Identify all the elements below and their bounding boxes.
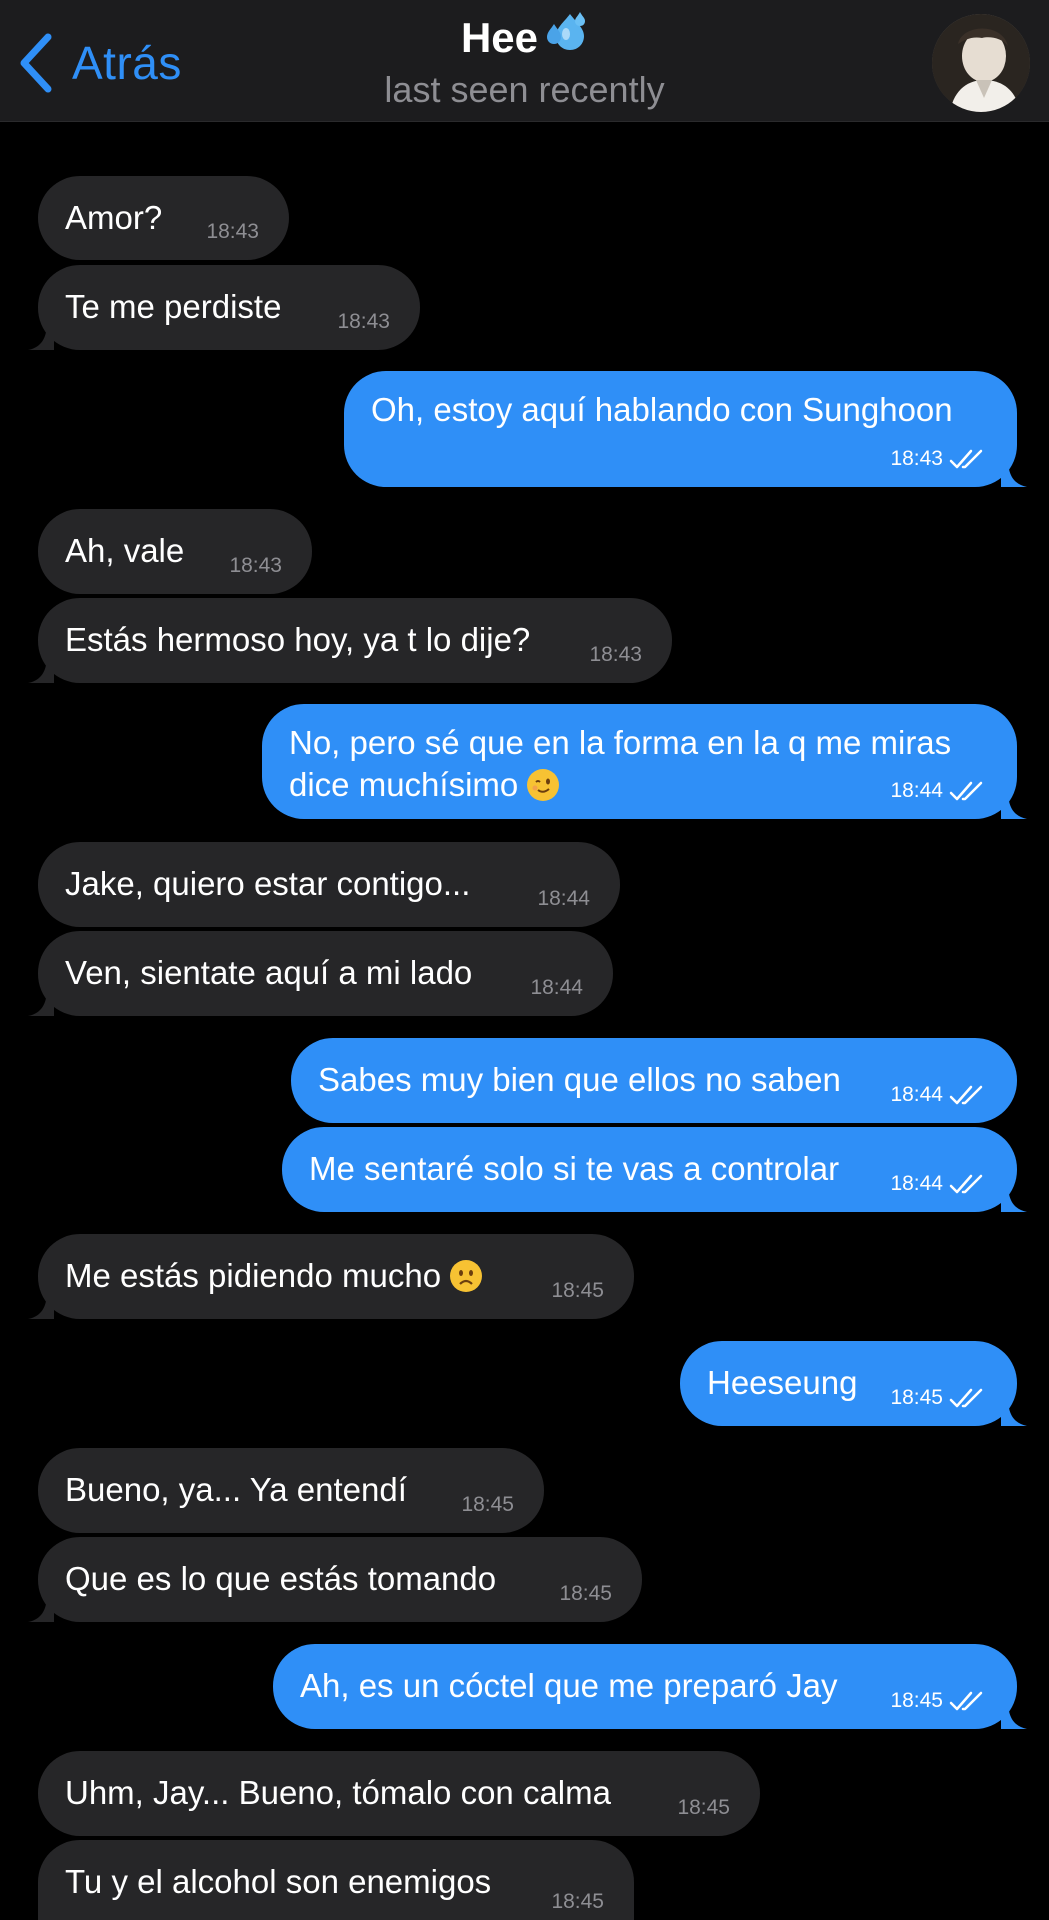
message-text: Te me perdiste: [65, 288, 282, 325]
bubble-tail: [1001, 1408, 1027, 1426]
double-check-icon: [949, 1085, 983, 1105]
back-label: Atrás: [72, 37, 182, 89]
message-time: 18:43: [229, 554, 282, 577]
message-incoming[interactable]: Estás hermoso hoy, ya t lo dije? 18:43: [28, 598, 672, 683]
message-meta: 18:45: [461, 1493, 514, 1517]
message-incoming[interactable]: Me estás pidiendo mucho 18:45: [28, 1234, 634, 1319]
contact-name-text: Hee: [460, 14, 539, 61]
message-text: Ven, sientate aquí a mi lado: [65, 954, 473, 991]
message-time: 18:44: [890, 779, 943, 802]
message-text: Uhm, Jay... Bueno, tómalo con calma: [65, 1774, 611, 1811]
message-time: 18:45: [551, 1279, 604, 1302]
message-outgoing[interactable]: Me sentaré solo si te vas a controlar 18…: [282, 1127, 1027, 1212]
frowning-face-icon: [450, 1260, 483, 1292]
message-text: Bueno, ya... Ya entendí: [65, 1471, 407, 1508]
double-check-icon: [949, 1388, 983, 1408]
message-outgoing[interactable]: Ah, es un cóctel que me preparó Jay 18:4…: [273, 1644, 1027, 1729]
message-incoming[interactable]: Tu y el alcohol son enemigos 18:45: [38, 1840, 634, 1920]
message-incoming[interactable]: Ah, vale 18:43: [38, 509, 312, 594]
message-text: Oh, estoy aquí hablando con Sunghoon: [371, 391, 953, 428]
message-meta: 18:43: [589, 643, 642, 667]
avatar[interactable]: [932, 14, 1030, 112]
message-time: 18:44: [890, 1083, 943, 1106]
double-check-icon: [949, 781, 983, 801]
back-button[interactable]: Atrás: [18, 30, 182, 96]
message-meta: 18:43: [206, 220, 259, 244]
message-meta: 18:45: [677, 1796, 730, 1820]
message-text-line-2: dice muchísimo: [289, 764, 560, 806]
bubble-tail: [1001, 1194, 1027, 1212]
message-text: Sabes muy bien que ellos no saben: [318, 1061, 841, 1098]
message-meta: 18:44: [890, 1083, 989, 1107]
message-meta: 18:43: [890, 447, 989, 471]
message-text: Estás hermoso hoy, ya t lo dije?: [65, 621, 531, 658]
message-meta: 18:44: [890, 1172, 989, 1196]
message-incoming[interactable]: Bueno, ya... Ya entendí 18:45: [38, 1448, 544, 1533]
message-time: 18:43: [890, 447, 943, 470]
message-time: 18:43: [589, 643, 642, 666]
message-meta: 18:44: [530, 976, 583, 1000]
message-meta: 18:43: [229, 554, 282, 578]
message-text: Me sentaré solo si te vas a controlar: [309, 1150, 840, 1187]
message-time: 18:44: [890, 1172, 943, 1195]
message-incoming[interactable]: Te me perdiste 18:43: [28, 265, 420, 350]
message-time: 18:45: [890, 1689, 943, 1712]
message-meta: 18:45: [551, 1279, 604, 1303]
message-time: 18:43: [337, 310, 390, 333]
message-meta: 18:45: [890, 1689, 989, 1713]
message-text: Tu y el alcohol son enemigos: [65, 1863, 492, 1900]
message-time: 18:45: [677, 1796, 730, 1819]
message-text: Que es lo que estás tomando: [65, 1560, 497, 1597]
chat-header: Atrás Hee last seen recently: [0, 0, 1049, 122]
message-time: 18:45: [461, 1493, 514, 1516]
bubble-tail: [1001, 1711, 1027, 1729]
bubble-tail: [28, 1301, 54, 1319]
message-text: Jake, quiero estar contigo...: [65, 865, 471, 902]
message-text: No, pero sé que en la forma en la q me m…: [289, 724, 952, 761]
message-incoming[interactable]: Ven, sientate aquí a mi lado 18:44: [28, 931, 613, 1016]
message-time: 18:45: [551, 1890, 604, 1913]
message-meta: 18:45: [551, 1890, 604, 1914]
message-time: 18:45: [890, 1386, 943, 1409]
message-text: Ah, es un cóctel que me preparó Jay: [300, 1667, 838, 1704]
double-check-icon: [949, 1174, 983, 1194]
bubble-tail: [1001, 469, 1027, 487]
message-incoming[interactable]: Que es lo que estás tomando 18:45: [28, 1537, 642, 1622]
double-check-icon: [949, 1691, 983, 1711]
message-outgoing[interactable]: No, pero sé que en la forma en la q me m…: [262, 704, 1027, 819]
message-meta: 18:43: [337, 310, 390, 334]
message-text: Amor?: [65, 199, 163, 236]
message-outgoing[interactable]: Oh, estoy aquí hablando con Sunghoon 18:…: [344, 371, 1027, 487]
message-meta: 18:44: [537, 887, 590, 911]
chevron-left-icon: [18, 33, 54, 93]
bubble-tail: [28, 665, 54, 683]
message-incoming[interactable]: Amor? 18:43: [38, 176, 289, 260]
droplets-icon: [542, 10, 588, 66]
last-seen-status: last seen recently: [384, 69, 665, 110]
message-text: Heeseung: [707, 1364, 858, 1401]
message-meta: 18:45: [890, 1386, 989, 1410]
double-check-icon: [949, 449, 983, 469]
message-outgoing[interactable]: Sabes muy bien que ellos no saben 18:44: [291, 1038, 1017, 1123]
message-time: 18:45: [559, 1582, 612, 1605]
bubble-tail: [28, 332, 54, 350]
message-time: 18:44: [537, 887, 590, 910]
message-incoming[interactable]: Jake, quiero estar contigo... 18:44: [38, 842, 620, 927]
bubble-tail: [1001, 801, 1027, 819]
message-text: Ah, vale: [65, 532, 185, 569]
message-text-content: Me estás pidiendo mucho: [65, 1257, 442, 1294]
message-time: 18:43: [206, 220, 259, 243]
message-incoming[interactable]: Uhm, Jay... Bueno, tómalo con calma 18:4…: [38, 1751, 760, 1836]
message-time: 18:44: [530, 976, 583, 999]
message-outgoing[interactable]: Heeseung 18:45: [680, 1341, 1027, 1426]
message-meta: 18:45: [559, 1582, 612, 1606]
message-text: Me estás pidiendo mucho: [65, 1255, 483, 1297]
message-text-line-2-text: dice muchísimo: [289, 766, 519, 803]
bubble-tail: [28, 1604, 54, 1622]
winking-face-icon: [527, 769, 560, 801]
message-meta: 18:44: [890, 779, 989, 803]
bubble-tail: [28, 998, 54, 1016]
chat-title-area[interactable]: Hee last seen recently: [300, 10, 749, 112]
contact-name: Hee: [461, 10, 588, 66]
